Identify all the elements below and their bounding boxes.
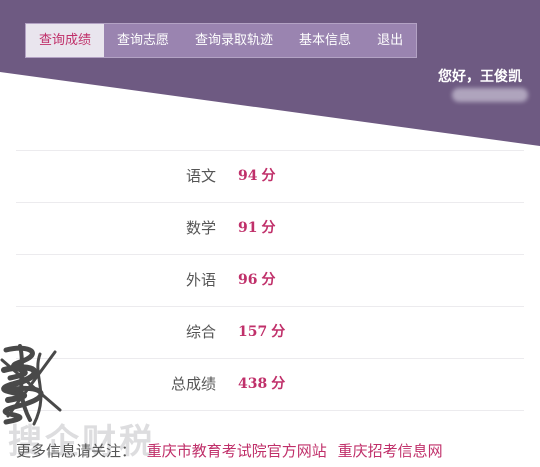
nav-item-admission-track[interactable]: 查询录取轨迹	[182, 24, 286, 57]
score-query-page: 查询成绩 查询志愿 查询录取轨迹 基本信息 退出 您好，王俊凯 语文 94 分 数…	[0, 0, 540, 467]
score-value: 91 分	[238, 220, 276, 236]
footer-links: 更多信息请关注： 重庆市教育考试院官方网站 重庆招考信息网	[16, 440, 443, 461]
footer-lead-text: 更多信息请关注：	[16, 442, 137, 460]
redacted-id-number	[452, 88, 528, 102]
score-value: 157 分	[238, 324, 286, 340]
subject-label: 总成绩	[170, 375, 216, 393]
score-row-chinese: 语文 94 分	[16, 150, 524, 202]
subject-label: 外语	[185, 271, 216, 289]
nav-item-score-query[interactable]: 查询成绩	[26, 24, 105, 57]
score-row-comprehensive: 综合 157 分	[16, 306, 524, 358]
redaction-scribble	[0, 344, 62, 426]
subject-label: 综合	[185, 323, 216, 341]
score-table: 语文 94 分 数学 91 分 外语 96 分 综合 157 分 总成绩 438 分	[16, 150, 524, 411]
score-value: 94 分	[238, 168, 276, 184]
link-chongqing-admission-info[interactable]: 重庆招考信息网	[338, 442, 443, 460]
user-greeting: 您好，王俊凯	[438, 69, 522, 85]
link-chongqing-exam-institute[interactable]: 重庆市教育考试院官方网站	[147, 442, 327, 460]
nav-item-application-query[interactable]: 查询志愿	[104, 24, 182, 57]
top-nav: 查询成绩 查询志愿 查询录取轨迹 基本信息 退出	[25, 23, 418, 58]
score-row-total: 总成绩 438 分	[16, 358, 524, 411]
subject-label: 数学	[185, 219, 216, 237]
nav-item-basic-info[interactable]: 基本信息	[286, 24, 364, 57]
score-value: 96 分	[238, 272, 276, 288]
subject-label: 语文	[185, 167, 216, 185]
score-row-math: 数学 91 分	[16, 202, 524, 254]
nav-item-logout[interactable]: 退出	[364, 24, 416, 57]
score-value: 438 分	[238, 376, 286, 392]
score-row-foreign-language: 外语 96 分	[16, 254, 524, 306]
